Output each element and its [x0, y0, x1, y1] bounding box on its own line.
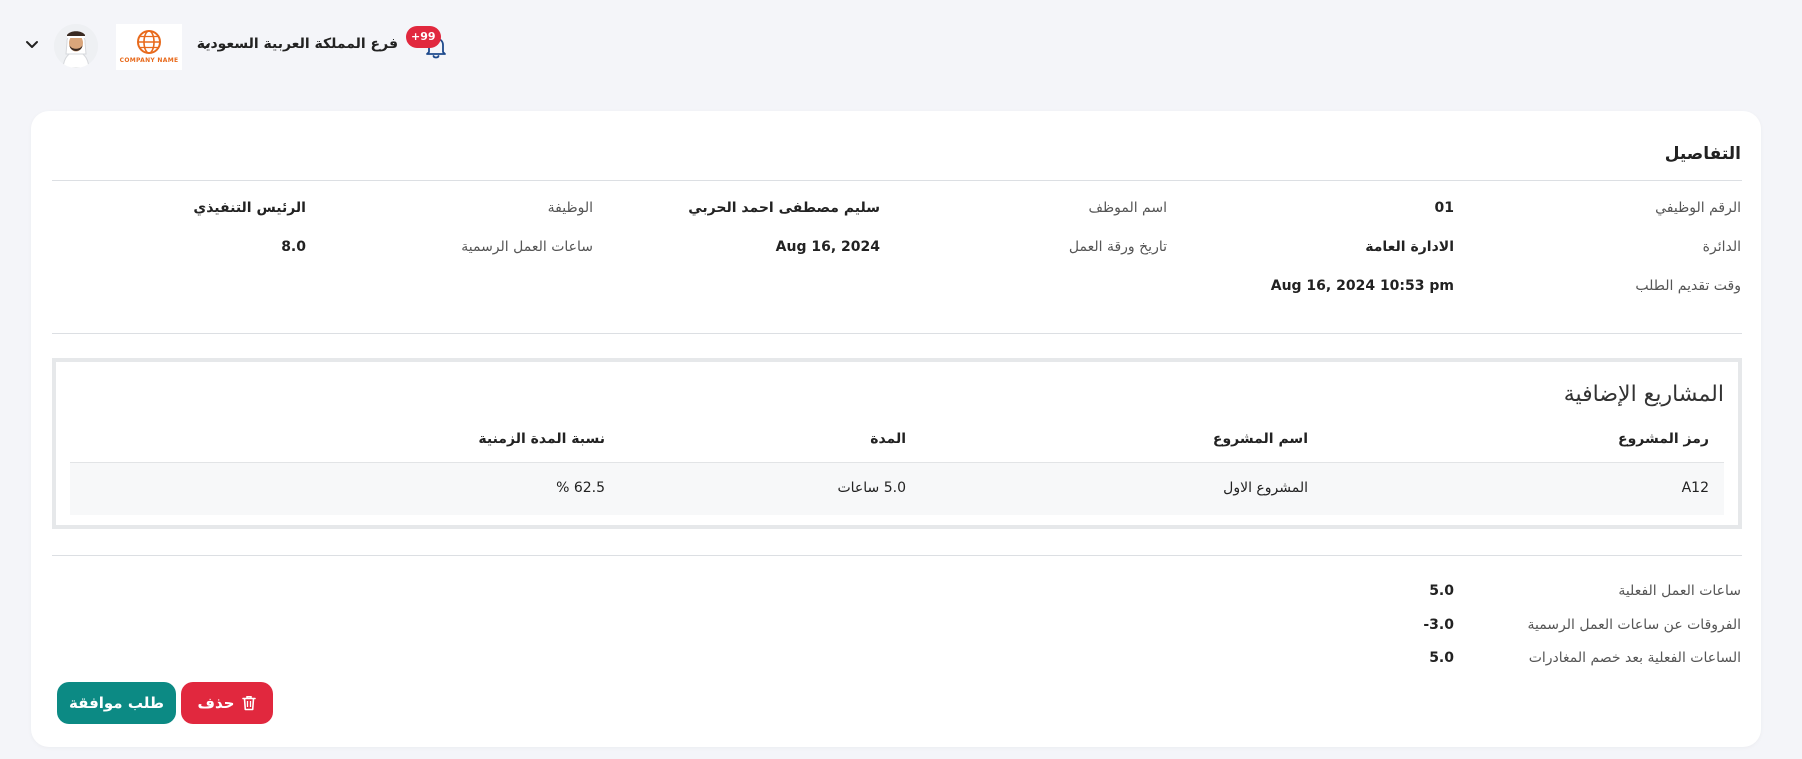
timesheet-date-label: تاريخ ورقة العمل: [1068, 239, 1167, 255]
column-header-duration-ratio: نسبة المدة الزمنية: [478, 431, 605, 447]
trash-icon: [242, 695, 257, 711]
net-hours-label: الساعات الفعلية بعد خصم المغادرات: [1528, 650, 1741, 666]
official-hours-value: 8.0: [281, 239, 306, 255]
divider: [52, 180, 1742, 181]
projects-title: المشاريع الإضافية: [1563, 382, 1724, 407]
divider: [52, 555, 1742, 556]
column-header-project-name: اسم المشروع: [1212, 431, 1308, 447]
globe-logo-icon: [137, 30, 161, 54]
additional-projects-box: المشاريع الإضافية رمز المشروع اسم المشرو…: [52, 358, 1742, 529]
employee-no-label: الرقم الوظيفي: [1655, 200, 1741, 216]
company-logo-text: COMPANY NAME: [119, 57, 179, 64]
notifications-badge: +99: [406, 26, 441, 48]
request-approval-button[interactable]: طلب موافقة: [57, 682, 176, 724]
project-duration-cell: 5.0 ساعات: [837, 480, 906, 496]
column-header-duration: المدة: [870, 431, 906, 447]
timesheet-date-value: Aug 16, 2024: [775, 239, 880, 255]
actual-hours-value: 5.0: [1429, 583, 1454, 599]
top-bar: COMPANY NAME فرع المملكة العربية السعودي…: [0, 0, 1802, 92]
department-value: الادارة العامة: [1365, 239, 1454, 255]
job-label: الوظيفة: [547, 200, 593, 216]
company-logo: COMPANY NAME: [116, 24, 182, 70]
employee-name-value: سليم مصطفى احمد الحربي: [688, 200, 880, 216]
submission-time-value: Aug 16, 2024 10:53 pm: [1270, 278, 1454, 294]
employee-no-value: 01: [1434, 200, 1454, 216]
project-ratio-cell: 62.5 %: [556, 480, 605, 496]
table-row[interactable]: A12 المشروع الاول 5.0 ساعات 62.5 %: [70, 463, 1724, 515]
employee-name-label: اسم الموظف: [1088, 200, 1167, 216]
avatar[interactable]: [54, 24, 98, 68]
actual-hours-label: ساعات العمل الفعلية: [1618, 583, 1741, 599]
submission-time-label: وقت تقديم الطلب: [1635, 278, 1741, 294]
official-hours-label: ساعات العمل الرسمية: [461, 239, 593, 255]
divider: [52, 333, 1742, 334]
department-label: الدائرة: [1702, 239, 1741, 255]
net-hours-value: 5.0: [1429, 650, 1454, 666]
details-title: التفاصيل: [1664, 144, 1741, 164]
project-code-cell: A12: [1681, 480, 1709, 496]
details-card: التفاصيل الرقم الوظيفي 01 اسم الموظف سلي…: [31, 111, 1761, 747]
difference-value: -3.0: [1423, 617, 1454, 633]
column-header-project-code: رمز المشروع: [1618, 431, 1709, 447]
user-menu-chevron-down-icon[interactable]: [24, 36, 40, 52]
request-approval-label: طلب موافقة: [69, 694, 164, 712]
project-name-cell: المشروع الاول: [1223, 480, 1308, 496]
difference-label: الفروقات عن ساعات العمل الرسمية: [1527, 617, 1741, 633]
delete-label: حذف: [197, 694, 235, 712]
job-value: الرئيس التنفيذي: [193, 200, 306, 216]
delete-button[interactable]: حذف: [181, 682, 273, 724]
branch-selector[interactable]: فرع المملكة العربية السعودية: [197, 36, 398, 52]
